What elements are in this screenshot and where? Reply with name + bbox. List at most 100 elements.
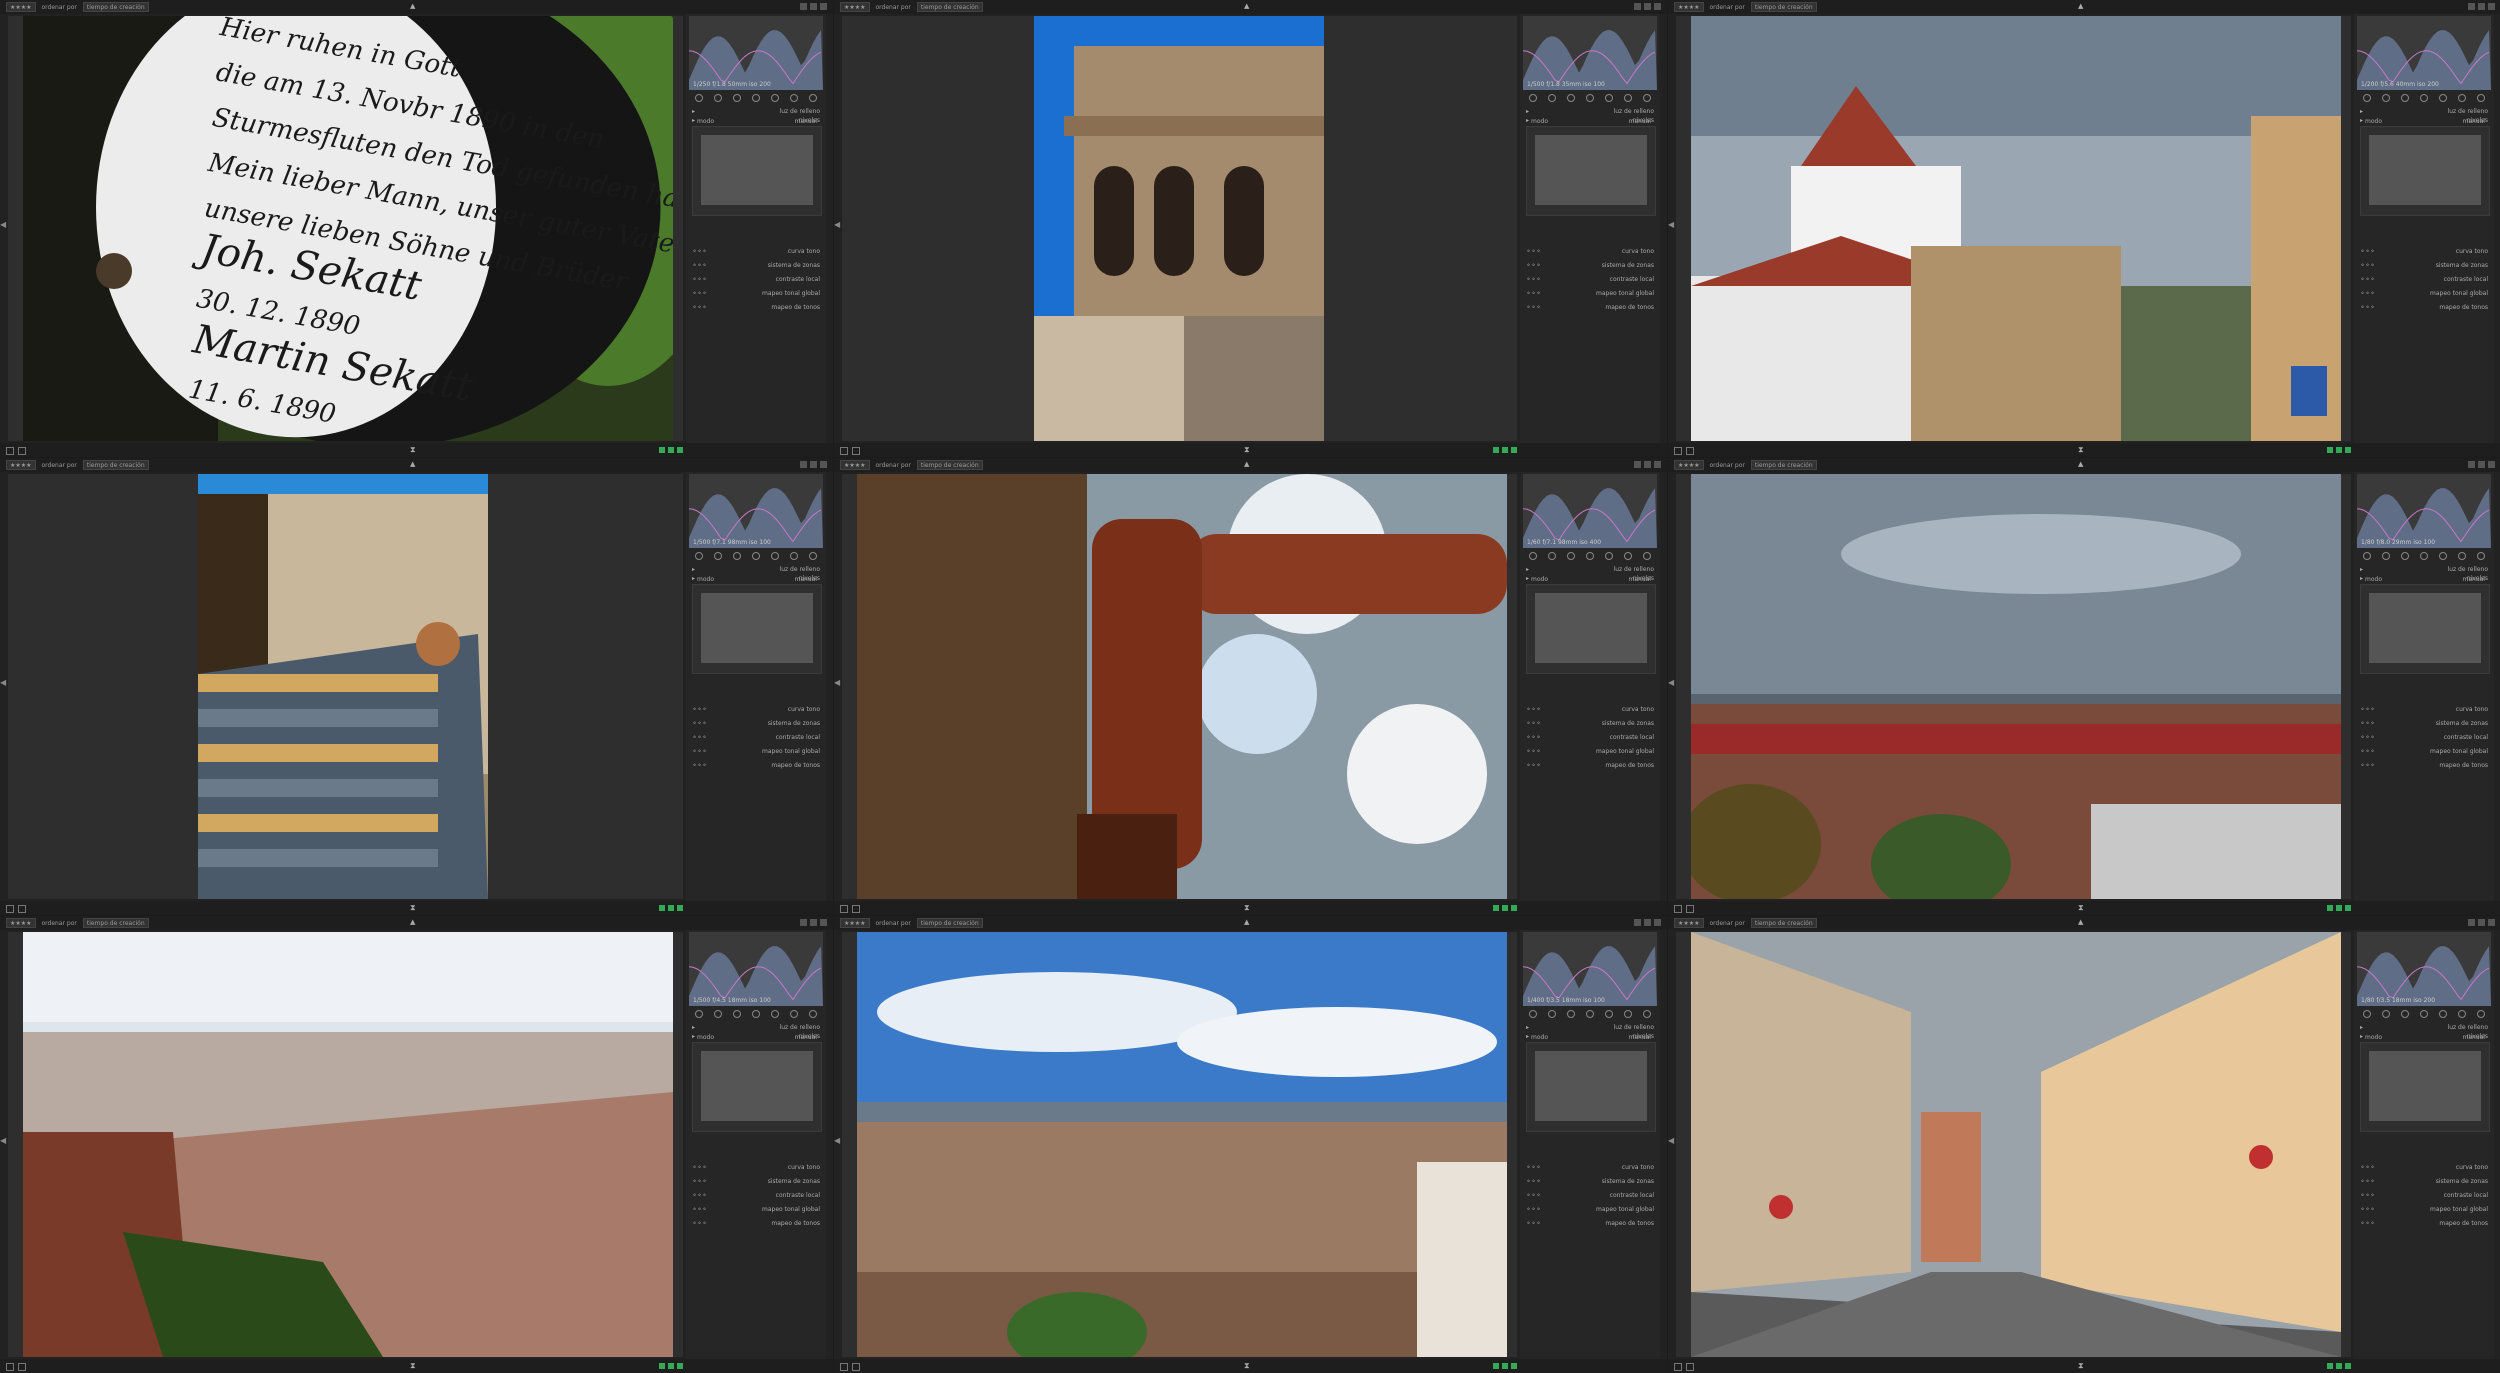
histogram[interactable]: 1/500 f/4.5 18mm iso 100 bbox=[688, 932, 823, 1006]
filmstrip-icon[interactable] bbox=[6, 905, 14, 913]
module-toggle-icon[interactable]: ⚬⚬⚬ bbox=[2360, 248, 2375, 255]
rating-filter[interactable]: ★★★★ bbox=[840, 918, 870, 928]
module-header[interactable]: ⚬⚬⚬ sistema de zonas bbox=[692, 260, 820, 270]
power-icon[interactable] bbox=[2362, 1010, 2371, 1018]
module-header[interactable]: ⚬⚬⚬ sistema de zonas bbox=[2360, 718, 2488, 728]
timeline-icon[interactable] bbox=[18, 905, 26, 913]
center-view[interactable] bbox=[842, 932, 1517, 1357]
center-view[interactable] bbox=[842, 16, 1517, 441]
style-icon[interactable] bbox=[677, 447, 683, 453]
module-header[interactable]: ⚬⚬⚬ curva tono bbox=[1526, 246, 1654, 256]
overlay-icon[interactable] bbox=[1644, 461, 1651, 468]
correct-icon[interactable] bbox=[1624, 1010, 1633, 1018]
filmstrip-icon[interactable] bbox=[1674, 447, 1682, 455]
tone-icon[interactable] bbox=[1585, 94, 1594, 102]
collapse-top-icon[interactable]: ▲ bbox=[2078, 2, 2083, 10]
preferences-icon[interactable] bbox=[2488, 461, 2495, 468]
module-toggle-icon[interactable]: ⚬⚬⚬ bbox=[1526, 734, 1541, 741]
levels-histogram[interactable] bbox=[1535, 1051, 1647, 1121]
sort-dropdown[interactable]: tiempo de creación bbox=[916, 2, 983, 12]
timeline-icon[interactable] bbox=[852, 905, 860, 913]
correct-icon[interactable] bbox=[790, 94, 799, 102]
effect-icon[interactable] bbox=[809, 552, 818, 560]
star-icon[interactable] bbox=[2381, 94, 2390, 102]
module-header[interactable]: ⚬⚬⚬ contraste local bbox=[1526, 274, 1654, 284]
module-header[interactable]: ⚬⚬⚬ mapeo de tonos bbox=[1526, 1218, 1654, 1228]
module-toggle-icon[interactable]: ⚬⚬⚬ bbox=[1526, 1220, 1541, 1227]
module-toggle-icon[interactable]: ⚬⚬⚬ bbox=[692, 276, 707, 283]
power-icon[interactable] bbox=[2362, 552, 2371, 560]
mode-dropdown[interactable]: manual bbox=[2463, 576, 2485, 583]
preferences-icon[interactable] bbox=[1654, 461, 1661, 468]
module-toggle-icon[interactable]: ⚬⚬⚬ bbox=[2360, 262, 2375, 269]
circle-icon[interactable] bbox=[732, 1010, 741, 1018]
module-header[interactable]: ⚬⚬⚬ contraste local bbox=[1526, 732, 1654, 742]
module-toggle-icon[interactable]: ⚬⚬⚬ bbox=[2360, 1220, 2375, 1227]
star-icon[interactable] bbox=[2381, 1010, 2390, 1018]
collapse-top-icon[interactable]: ▲ bbox=[410, 918, 415, 926]
softproof-icon[interactable] bbox=[1493, 905, 1499, 911]
mode-dropdown[interactable]: manual bbox=[795, 118, 817, 125]
preferences-icon[interactable] bbox=[1654, 919, 1661, 926]
module-toggle-icon[interactable]: ⚬⚬⚬ bbox=[2360, 720, 2375, 727]
star-icon[interactable] bbox=[1547, 552, 1556, 560]
module-header[interactable]: ⚬⚬⚬ sistema de zonas bbox=[1526, 1176, 1654, 1186]
module-header[interactable]: ⚬⚬⚬ sistema de zonas bbox=[692, 1176, 820, 1186]
collapse-left-icon[interactable]: ◀ bbox=[834, 1136, 840, 1145]
levels-histogram[interactable] bbox=[701, 1051, 813, 1121]
correct-icon[interactable] bbox=[2458, 552, 2467, 560]
softproof-icon[interactable] bbox=[2327, 1363, 2333, 1369]
collapse-bottom-icon[interactable]: ⧗ bbox=[2078, 903, 2084, 913]
rating-filter[interactable]: ★★★★ bbox=[6, 918, 36, 928]
circle-icon[interactable] bbox=[2400, 552, 2409, 560]
rating-filter[interactable]: ★★★★ bbox=[6, 460, 36, 470]
module-toggle-icon[interactable]: ⚬⚬⚬ bbox=[1526, 1178, 1541, 1185]
preferences-icon[interactable] bbox=[2488, 3, 2495, 10]
style-icon[interactable] bbox=[677, 1363, 683, 1369]
power-icon[interactable] bbox=[694, 94, 703, 102]
grouping-icon[interactable] bbox=[1634, 919, 1641, 926]
mode-dropdown[interactable]: manual bbox=[795, 576, 817, 583]
module-header[interactable]: ⚬⚬⚬ mapeo tonal global bbox=[692, 1204, 820, 1214]
module-toggle-icon[interactable]: ⚬⚬⚬ bbox=[692, 720, 707, 727]
module-toggle-icon[interactable]: ⚬⚬⚬ bbox=[692, 304, 707, 311]
filmstrip-icon[interactable] bbox=[6, 447, 14, 455]
gamut-icon[interactable] bbox=[1502, 905, 1508, 911]
module-header[interactable]: ⚬⚬⚬ curva tono bbox=[1526, 1162, 1654, 1172]
color-icon[interactable] bbox=[771, 94, 780, 102]
filmstrip-icon[interactable] bbox=[840, 1363, 848, 1371]
histogram[interactable]: 1/250 f/1.8 50mm iso 200 bbox=[688, 16, 823, 90]
collapse-left-icon[interactable]: ◀ bbox=[834, 220, 840, 229]
histogram[interactable]: 1/500 f/1.8 35mm iso 100 bbox=[1522, 16, 1657, 90]
overlay-icon[interactable] bbox=[810, 919, 817, 926]
histogram[interactable]: 1/60 f/7.1 98mm iso 400 bbox=[1522, 474, 1657, 548]
style-icon[interactable] bbox=[1511, 905, 1517, 911]
levels-histogram[interactable] bbox=[701, 135, 813, 205]
levels-widget[interactable]: modo manual bbox=[1526, 1034, 1656, 1132]
module-toggle-icon[interactable]: ⚬⚬⚬ bbox=[692, 1164, 707, 1171]
module-toggle-icon[interactable]: ⚬⚬⚬ bbox=[692, 706, 707, 713]
timeline-icon[interactable] bbox=[1686, 905, 1694, 913]
timeline-icon[interactable] bbox=[1686, 1363, 1694, 1371]
levels-histogram[interactable] bbox=[2369, 593, 2481, 663]
module-toggle-icon[interactable]: ⚬⚬⚬ bbox=[692, 1178, 707, 1185]
sort-dropdown[interactable]: tiempo de creación bbox=[1750, 2, 1817, 12]
levels-histogram[interactable] bbox=[701, 593, 813, 663]
module-toggle-icon[interactable]: ⚬⚬⚬ bbox=[1526, 706, 1541, 713]
module-toggle-icon[interactable]: ⚬⚬⚬ bbox=[1526, 1206, 1541, 1213]
effect-icon[interactable] bbox=[2477, 94, 2486, 102]
overlay-icon[interactable] bbox=[810, 461, 817, 468]
module-toggle-icon[interactable]: ⚬⚬⚬ bbox=[2360, 304, 2375, 311]
gamut-icon[interactable] bbox=[668, 905, 674, 911]
module-toggle-icon[interactable]: ⚬⚬⚬ bbox=[2360, 748, 2375, 755]
circle-icon[interactable] bbox=[732, 94, 741, 102]
effect-icon[interactable] bbox=[1643, 94, 1652, 102]
module-toggle-icon[interactable]: ⚬⚬⚬ bbox=[1526, 1164, 1541, 1171]
module-toggle-icon[interactable]: ⚬⚬⚬ bbox=[692, 734, 707, 741]
grouping-icon[interactable] bbox=[800, 461, 807, 468]
style-icon[interactable] bbox=[1511, 447, 1517, 453]
correct-icon[interactable] bbox=[1624, 552, 1633, 560]
collapse-bottom-icon[interactable]: ⧗ bbox=[1244, 903, 1250, 913]
histogram[interactable]: 1/80 f/3.5 18mm iso 200 bbox=[2356, 932, 2491, 1006]
effect-icon[interactable] bbox=[809, 1010, 818, 1018]
